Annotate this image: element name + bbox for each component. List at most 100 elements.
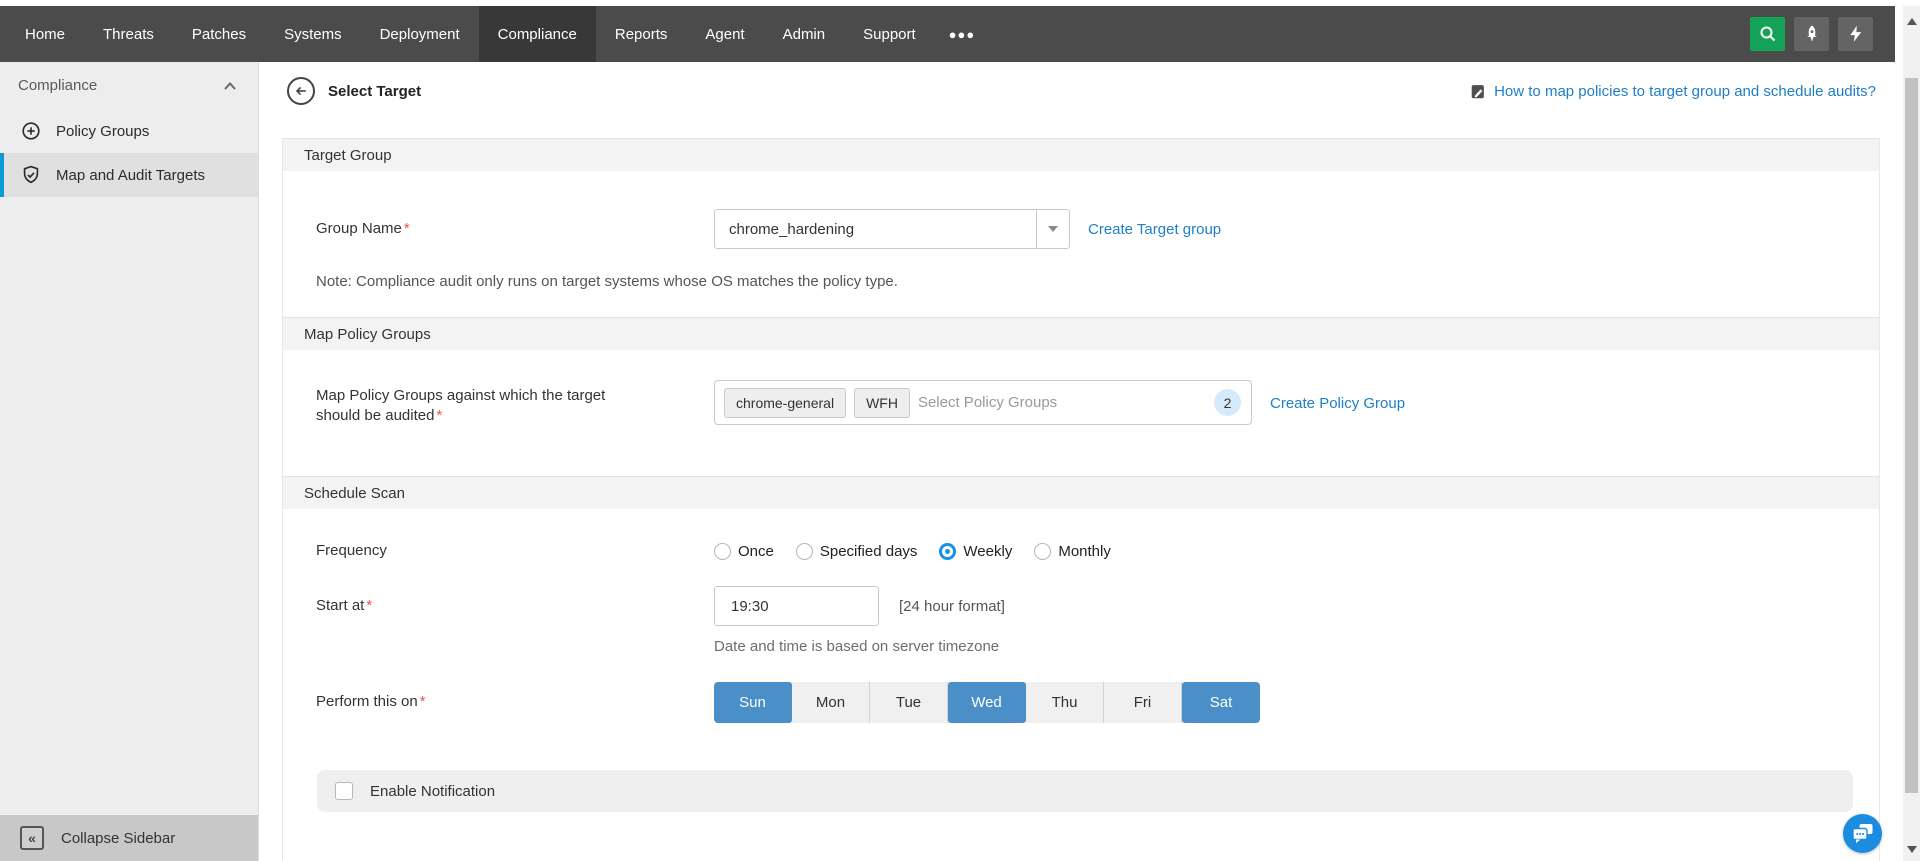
create-policy-group-link[interactable]: Create Policy Group	[1270, 395, 1405, 412]
nav-tab-agent[interactable]: Agent	[686, 6, 763, 62]
policy-groups-placeholder: Select Policy Groups	[918, 394, 1206, 411]
sidebar: Compliance Policy Groups Map and Audit T…	[0, 62, 259, 861]
frequency-option-once[interactable]: Once	[714, 543, 774, 560]
frequency-option-monthly[interactable]: Monthly	[1034, 543, 1111, 560]
section-title: Schedule Scan	[304, 485, 405, 502]
day-button-mon[interactable]: Mon	[792, 682, 870, 723]
policy-chip[interactable]: chrome-general	[724, 388, 846, 418]
section-title: Target Group	[304, 147, 392, 164]
radio-icon[interactable]	[714, 543, 731, 560]
day-button-fri[interactable]: Fri	[1104, 682, 1182, 723]
policy-chip[interactable]: WFH	[854, 388, 910, 418]
time-format-hint: [24 hour format]	[899, 598, 1005, 615]
sidebar-item-label: Map and Audit Targets	[56, 167, 205, 184]
sidebar-section-compliance[interactable]: Compliance	[0, 62, 258, 109]
nav-tab-systems[interactable]: Systems	[265, 6, 361, 62]
lightning-button[interactable]	[1838, 17, 1873, 51]
section-header-schedule-scan: Schedule Scan	[283, 476, 1879, 509]
policy-groups-multiselect[interactable]: chrome-general WFH Select Policy Groups …	[714, 380, 1252, 425]
chevron-up-icon[interactable]	[220, 76, 240, 96]
day-selector: Sun Mon Tue Wed Thu Fri Sat	[714, 682, 1260, 723]
selected-count-badge: 2	[1214, 389, 1241, 416]
day-button-sat[interactable]: Sat	[1182, 682, 1260, 723]
radio-icon[interactable]	[796, 543, 813, 560]
nav-tab-reports[interactable]: Reports	[596, 6, 687, 62]
day-button-thu[interactable]: Thu	[1026, 682, 1104, 723]
scroll-up-arrow[interactable]	[1907, 18, 1917, 25]
section-header-map-policy-groups: Map Policy Groups	[283, 317, 1879, 350]
dropdown-toggle[interactable]	[1036, 210, 1069, 248]
sidebar-item-map-audit-targets[interactable]: Map and Audit Targets	[0, 153, 258, 197]
group-name-label: Group Name*	[316, 209, 714, 239]
collapse-sidebar-button[interactable]: « Collapse Sidebar	[0, 815, 258, 861]
day-button-sun[interactable]: Sun	[714, 682, 792, 723]
section-header-target-group: Target Group	[283, 138, 1879, 171]
perform-this-on-label: Perform this on*	[316, 682, 714, 712]
schedule-scan-section: Frequency Once Specified days Weekly	[283, 541, 1879, 812]
back-button[interactable]	[287, 77, 315, 105]
frequency-options: Once Specified days Weekly Monthly	[714, 543, 1111, 560]
frequency-option-weekly[interactable]: Weekly	[939, 543, 1012, 560]
plus-circle-icon	[20, 120, 42, 142]
required-marker: *	[420, 693, 426, 710]
select-target-form: Target Group Group Name* chrome_hardenin…	[282, 138, 1880, 861]
chevron-down-icon	[1048, 226, 1058, 232]
search-button[interactable]	[1750, 17, 1785, 51]
enable-notification-checkbox[interactable]	[335, 782, 353, 800]
day-button-wed[interactable]: Wed	[948, 682, 1026, 723]
chat-bubbles-icon	[1851, 822, 1875, 845]
nav-tab-patches[interactable]: Patches	[173, 6, 265, 62]
note-pencil-icon	[1469, 82, 1487, 100]
nav-tab-deployment[interactable]: Deployment	[361, 6, 479, 62]
create-target-group-link[interactable]: Create Target group	[1088, 221, 1221, 238]
top-navigation: Home Threats Patches Systems Deployment …	[0, 6, 1895, 62]
arrow-left-icon	[293, 83, 309, 99]
section-title: Map Policy Groups	[304, 326, 431, 343]
target-group-section: Group Name* chrome_hardening Create Targ…	[283, 171, 1879, 317]
sidebar-item-label: Policy Groups	[56, 123, 149, 140]
timezone-note: Date and time is based on server timezon…	[714, 638, 1879, 655]
vertical-scrollbar[interactable]	[1903, 6, 1920, 861]
nav-icon-group	[1750, 6, 1895, 62]
group-name-value: chrome_hardening	[715, 221, 1036, 238]
nav-tab-home[interactable]: Home	[6, 6, 84, 62]
radio-icon[interactable]	[1034, 543, 1051, 560]
start-time-input[interactable]	[714, 586, 879, 626]
nav-tab-admin[interactable]: Admin	[764, 6, 845, 62]
help-link-group[interactable]: How to map policies to target group and …	[1469, 82, 1876, 100]
page-header: Select Target How to map policies to tar…	[260, 62, 1903, 120]
collapse-chevrons-icon: «	[20, 826, 44, 850]
sidebar-item-policy-groups[interactable]: Policy Groups	[0, 109, 258, 153]
frequency-label: Frequency	[316, 541, 714, 561]
nav-tab-threats[interactable]: Threats	[84, 6, 173, 62]
sidebar-section-label: Compliance	[18, 77, 97, 94]
scrollbar-thumb[interactable]	[1905, 78, 1918, 793]
nav-more-menu[interactable]: ●●●	[935, 6, 990, 62]
search-icon	[1758, 24, 1778, 44]
start-at-label: Start at*	[316, 586, 714, 616]
required-marker: *	[436, 407, 442, 424]
required-marker: *	[366, 597, 372, 614]
rocket-button[interactable]	[1794, 17, 1829, 51]
page-title: Select Target	[328, 83, 421, 100]
enable-notification-panel: Enable Notification	[317, 770, 1853, 812]
frequency-option-specified-days[interactable]: Specified days	[796, 543, 918, 560]
rocket-icon	[1802, 24, 1822, 44]
os-match-note: Note: Compliance audit only runs on targ…	[316, 273, 1879, 290]
nav-tab-support[interactable]: Support	[844, 6, 935, 62]
scroll-down-arrow[interactable]	[1907, 846, 1917, 853]
radio-icon[interactable]	[939, 543, 956, 560]
main-content: Select Target How to map policies to tar…	[260, 62, 1903, 861]
shield-check-icon	[20, 164, 42, 186]
day-button-tue[interactable]: Tue	[870, 682, 948, 723]
enable-notification-label: Enable Notification	[370, 783, 495, 800]
nav-tab-compliance[interactable]: Compliance	[479, 6, 596, 62]
lightning-icon	[1847, 24, 1865, 44]
map-policy-groups-label: Map Policy Groups against which the targ…	[316, 380, 676, 426]
required-marker: *	[404, 220, 410, 237]
map-policy-groups-section: Map Policy Groups against which the targ…	[283, 350, 1879, 476]
help-link[interactable]: How to map policies to target group and …	[1494, 83, 1876, 100]
group-name-select[interactable]: chrome_hardening	[714, 209, 1070, 249]
collapse-sidebar-label: Collapse Sidebar	[61, 830, 175, 847]
chat-support-button[interactable]	[1843, 814, 1882, 853]
